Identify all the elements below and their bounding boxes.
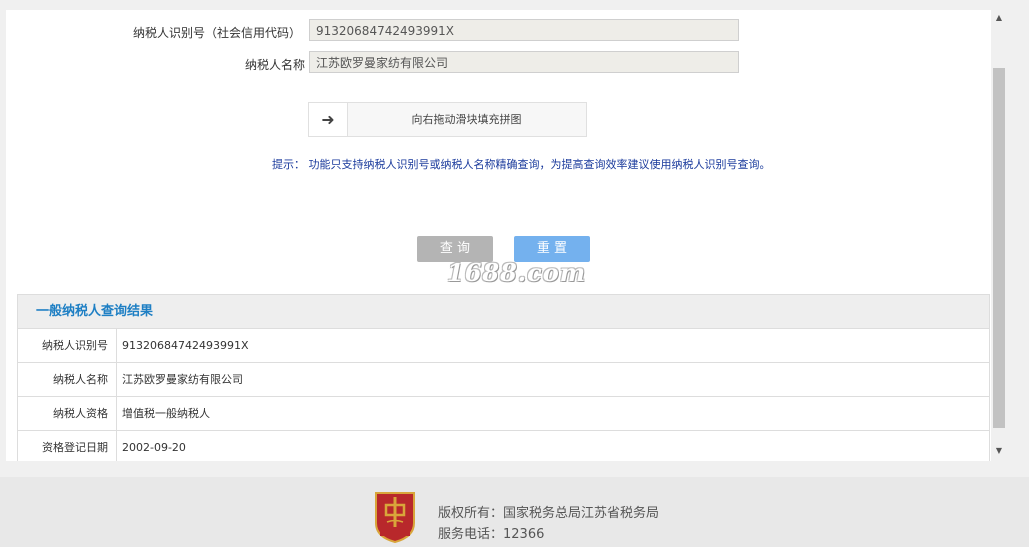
taxpayer-id-label: 纳税人识别号（社会信用代码） [132, 26, 301, 40]
copyright-text: 版权所有：国家税务总局江苏省税务局 [438, 506, 660, 521]
row-label: 纳税人识别号 [18, 329, 117, 362]
row-value: 江苏欧罗曼家纺有限公司 [122, 373, 243, 386]
watermark-1688: 1688.com [447, 258, 587, 287]
taxpayer-id-input[interactable]: 91320684742493991X [309, 19, 739, 41]
row-value: 2002-09-20 [122, 441, 186, 454]
query-panel: 纳税人识别号（社会信用代码） 91320684742493991X 纳税人名称 … [6, 10, 991, 461]
page-footer: 版权所有：国家税务总局江苏省税务局 服务电话：12366 [0, 477, 1029, 547]
slider-handle-arrow-icon[interactable]: ➜ [309, 103, 348, 136]
slider-captcha[interactable]: ➜ 向右拖动滑块填充拼图 [308, 102, 587, 137]
row-label: 纳税人名称 [18, 363, 117, 396]
slider-instruction: 向右拖动滑块填充拼图 [411, 113, 522, 126]
service-phone: 服务电话：12366 [438, 527, 545, 542]
scroll-thumb[interactable] [993, 68, 1005, 428]
taxpayer-name-input[interactable]: 江苏欧罗曼家纺有限公司 [309, 51, 739, 73]
row-label: 纳税人资格 [18, 397, 117, 430]
table-row: 纳税人识别号 91320684742493991X [18, 329, 989, 363]
query-hint: 提示： 功能只支持纳税人识别号或纳税人名称精确查询，为提高查询效率建议使用纳税人… [272, 158, 771, 171]
row-value: 91320684742493991X [122, 339, 249, 352]
result-table: 一般纳税人查询结果 纳税人识别号 91320684742493991X 纳税人名… [17, 294, 990, 461]
vertical-scrollbar[interactable]: ▲ ▼ [991, 10, 1007, 461]
result-title: 一般纳税人查询结果 [18, 295, 989, 329]
table-row: 资格登记日期 2002-09-20 [18, 431, 989, 461]
table-row: 纳税人名称 江苏欧罗曼家纺有限公司 [18, 363, 989, 397]
tax-bureau-emblem-icon [375, 492, 415, 543]
row-label: 资格登记日期 [18, 431, 117, 461]
row-value: 增值税一般纳税人 [122, 407, 210, 420]
table-row: 纳税人资格 增值税一般纳税人 [18, 397, 989, 431]
scroll-down-icon[interactable]: ▼ [991, 443, 1007, 459]
taxpayer-name-label: 纳税人名称 [244, 58, 305, 72]
scroll-up-icon[interactable]: ▲ [991, 10, 1007, 26]
